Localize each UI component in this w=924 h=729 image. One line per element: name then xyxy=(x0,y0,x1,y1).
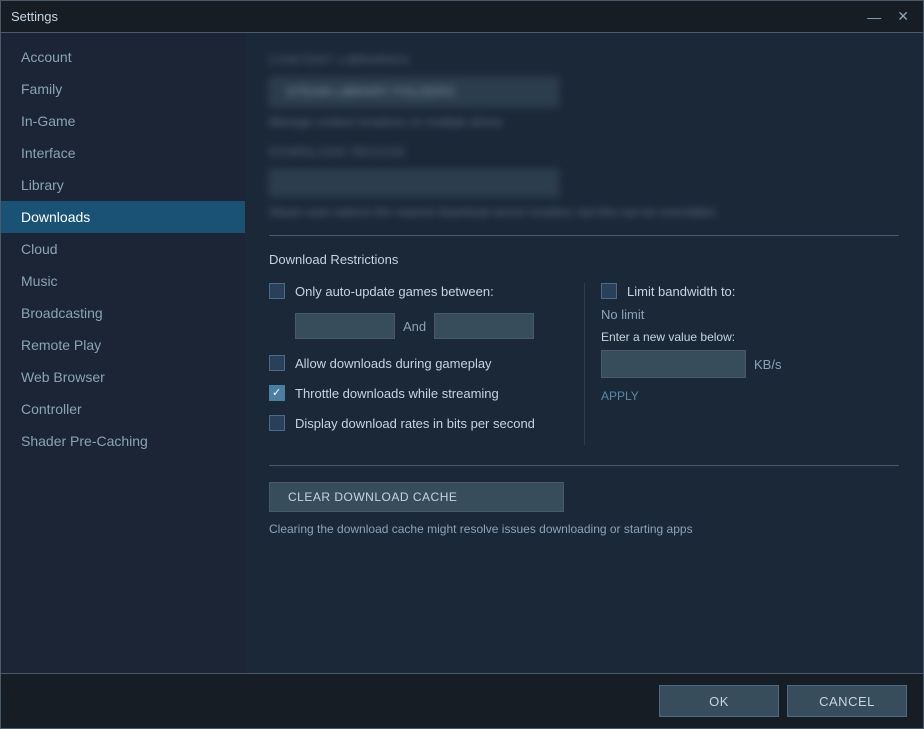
window-title: Settings xyxy=(11,9,58,24)
cache-section: CLEAR DOWNLOAD CACHE Clearing the downlo… xyxy=(269,465,899,536)
display-bits-row: Display download rates in bits per secon… xyxy=(269,415,568,431)
restrictions-left-col: Only auto-update games between: And Allo… xyxy=(269,283,584,445)
sidebar-item-interface[interactable]: Interface xyxy=(1,137,245,169)
cancel-button[interactable]: CANCEL xyxy=(787,685,907,717)
apply-button[interactable]: APPLY xyxy=(601,389,639,403)
throttle-row: Throttle downloads while streaming xyxy=(269,385,568,401)
minimize-button[interactable]: — xyxy=(863,8,885,25)
kb-input-row: KB/s xyxy=(601,350,899,378)
time-start-input[interactable] xyxy=(295,313,395,339)
display-bits-checkbox[interactable] xyxy=(269,415,285,431)
sidebar-item-shader-pre-caching[interactable]: Shader Pre-Caching xyxy=(1,425,245,457)
sidebar-item-account[interactable]: Account xyxy=(1,41,245,73)
region-input xyxy=(269,169,559,197)
steam-library-folders-btn: STEAM LIBRARY FOLDERS xyxy=(269,77,559,107)
manage-content-text: Manage content locations on multiple dri… xyxy=(269,115,899,129)
sidebar-item-downloads[interactable]: Downloads xyxy=(1,201,245,233)
footer: OK CANCEL xyxy=(1,673,923,728)
time-range-row: And xyxy=(295,313,568,339)
sidebar-item-web-browser[interactable]: Web Browser xyxy=(1,361,245,393)
auto-update-checkbox[interactable] xyxy=(269,283,285,299)
allow-downloads-label[interactable]: Allow downloads during gameplay xyxy=(295,356,492,371)
sidebar-item-library[interactable]: Library xyxy=(1,169,245,201)
auto-update-row: Only auto-update games between: xyxy=(269,283,568,299)
sidebar-item-cloud[interactable]: Cloud xyxy=(1,233,245,265)
restrictions-title: Download Restrictions xyxy=(269,252,899,267)
sidebar-item-family[interactable]: Family xyxy=(1,73,245,105)
restrictions-grid: Only auto-update games between: And Allo… xyxy=(269,283,899,445)
content-libraries-title: Content Libraries xyxy=(269,53,899,67)
allow-downloads-checkbox[interactable] xyxy=(269,355,285,371)
bandwidth-row: Limit bandwidth to: xyxy=(601,283,899,299)
enter-value-label: Enter a new value below: xyxy=(601,330,899,344)
and-label: And xyxy=(403,319,426,334)
display-bits-label[interactable]: Display download rates in bits per secon… xyxy=(295,416,535,431)
sidebar: Account Family In-Game Interface Library… xyxy=(1,33,245,673)
download-region-title: Download Region xyxy=(269,145,899,159)
title-bar-controls: — ✕ xyxy=(863,8,913,25)
close-button[interactable]: ✕ xyxy=(893,8,913,25)
limit-bandwidth-checkbox[interactable] xyxy=(601,283,617,299)
sidebar-item-music[interactable]: Music xyxy=(1,265,245,297)
clear-cache-button[interactable]: CLEAR DOWNLOAD CACHE xyxy=(269,482,564,512)
title-bar: Settings — ✕ xyxy=(1,1,923,33)
kb-unit-label: KB/s xyxy=(754,357,781,372)
sidebar-item-in-game[interactable]: In-Game xyxy=(1,105,245,137)
kb-input[interactable] xyxy=(601,350,746,378)
throttle-label[interactable]: Throttle downloads while streaming xyxy=(295,386,499,401)
download-restrictions-section: Download Restrictions Only auto-update g… xyxy=(269,235,899,445)
restrictions-right-col: Limit bandwidth to: No limit Enter a new… xyxy=(584,283,899,445)
region-note: Steam auto-selects the nearest download … xyxy=(269,205,899,219)
settings-window: Settings — ✕ Account Family In-Game Inte… xyxy=(0,0,924,729)
region-row xyxy=(269,169,899,197)
blurred-content-libraries: Content Libraries STEAM LIBRARY FOLDERS … xyxy=(269,53,899,219)
limit-bandwidth-label[interactable]: Limit bandwidth to: xyxy=(627,284,735,299)
sidebar-item-controller[interactable]: Controller xyxy=(1,393,245,425)
throttle-checkbox[interactable] xyxy=(269,385,285,401)
content-area: Account Family In-Game Interface Library… xyxy=(1,33,923,673)
auto-update-label[interactable]: Only auto-update games between: xyxy=(295,284,494,299)
cache-note: Clearing the download cache might resolv… xyxy=(269,522,899,536)
no-limit-text: No limit xyxy=(601,307,899,322)
sidebar-item-broadcasting[interactable]: Broadcasting xyxy=(1,297,245,329)
allow-downloads-row: Allow downloads during gameplay xyxy=(269,355,568,371)
time-end-input[interactable] xyxy=(434,313,534,339)
ok-button[interactable]: OK xyxy=(659,685,779,717)
main-content: Content Libraries STEAM LIBRARY FOLDERS … xyxy=(245,33,923,673)
sidebar-item-remote-play[interactable]: Remote Play xyxy=(1,329,245,361)
